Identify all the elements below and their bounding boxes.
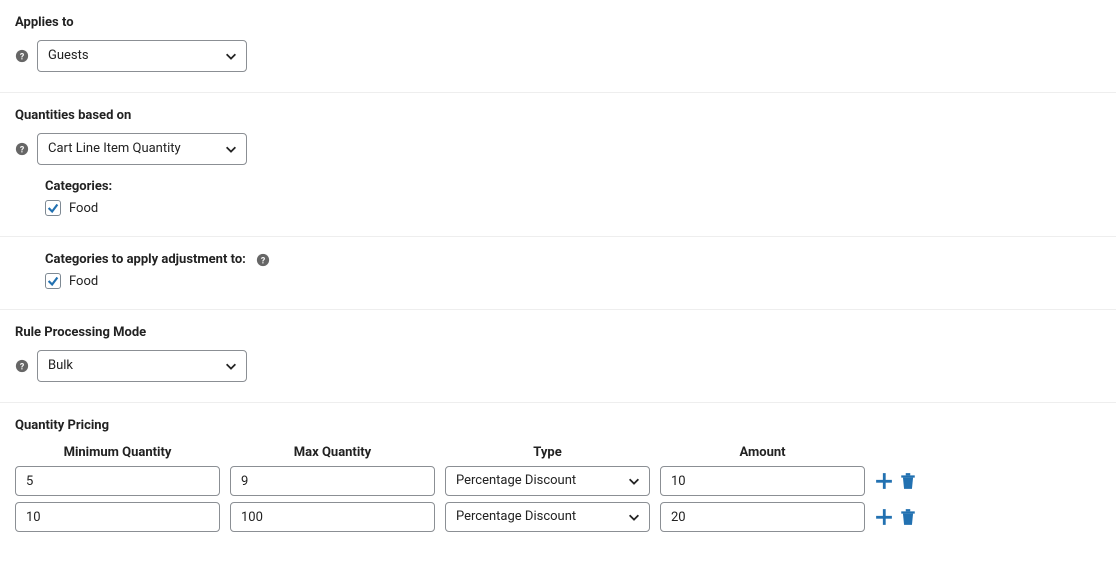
rule-processing-select[interactable]: Bulk [37, 350, 247, 382]
categories-label: Categories: [45, 179, 1101, 194]
section-applies-to: Applies to ? Guests [0, 0, 1116, 93]
food-label: Food [69, 201, 98, 216]
section-apply-adjustment: Categories to apply adjustment to: ? Foo… [0, 237, 1116, 310]
qp-header-max: Max Quantity [230, 445, 435, 460]
applies-to-select[interactable]: Guests [37, 40, 247, 72]
quantities-heading: Quantities based on [15, 108, 1101, 123]
category-item-food: Food [45, 200, 1101, 216]
svg-text:?: ? [20, 363, 25, 373]
min-quantity-input[interactable]: 5 [15, 466, 220, 496]
rule-processing-value: Bulk [38, 351, 109, 381]
apply-food-label: Food [69, 274, 98, 289]
amount-input[interactable]: 10 [660, 466, 865, 496]
type-select[interactable]: Percentage Discount [445, 502, 650, 532]
add-row-button[interactable] [875, 472, 893, 490]
max-quantity-value: 9 [241, 474, 248, 489]
quantity-pricing-heading: Quantity Pricing [15, 418, 1101, 433]
apply-adjustment-block: Categories to apply adjustment to: ? Foo… [45, 252, 1101, 289]
help-icon[interactable]: ? [15, 49, 29, 63]
type-select[interactable]: Percentage Discount [445, 466, 650, 496]
type-value: Percentage Discount [446, 467, 649, 495]
help-icon[interactable]: ? [256, 253, 270, 267]
help-icon[interactable]: ? [15, 142, 29, 156]
min-quantity-value: 10 [26, 510, 41, 525]
chevron-down-icon [224, 142, 238, 156]
quantity-pricing-headers: Minimum Quantity Max Quantity Type Amoun… [15, 445, 1101, 460]
max-quantity-input[interactable]: 100 [230, 502, 435, 532]
svg-text:?: ? [20, 146, 25, 156]
applies-to-value: Guests [38, 41, 125, 71]
min-quantity-value: 5 [26, 474, 33, 489]
qp-header-amount: Amount [660, 445, 865, 460]
section-quantities-based-on: Quantities based on ? Cart Line Item Qua… [0, 93, 1116, 237]
help-icon[interactable]: ? [15, 359, 29, 373]
amount-value: 10 [671, 474, 686, 489]
max-quantity-value: 100 [241, 510, 263, 525]
amount-input[interactable]: 20 [660, 502, 865, 532]
quantities-field-row: ? Cart Line Item Quantity [15, 133, 1101, 165]
qp-header-actions [875, 445, 925, 460]
applies-to-field-row: ? Guests [15, 40, 1101, 72]
qp-header-type: Type [445, 445, 650, 460]
rule-processing-field-row: ? Bulk [15, 350, 1101, 382]
quantities-value: Cart Line Item Quantity [38, 134, 217, 164]
chevron-down-icon [627, 474, 641, 488]
type-value: Percentage Discount [446, 503, 649, 531]
max-quantity-input[interactable]: 9 [230, 466, 435, 496]
quantity-pricing-row: 5 9 Percentage Discount 10 [15, 466, 1101, 496]
section-rule-processing: Rule Processing Mode ? Bulk [0, 310, 1116, 403]
applies-to-heading: Applies to [15, 15, 1101, 30]
quantity-pricing-row: 10 100 Percentage Discount 20 [15, 502, 1101, 532]
chevron-down-icon [627, 510, 641, 524]
apply-adjustment-heading-text: Categories to apply adjustment to: [45, 252, 246, 267]
apply-adjustment-heading: Categories to apply adjustment to: ? [45, 252, 1101, 267]
section-quantity-pricing: Quantity Pricing Minimum Quantity Max Qu… [0, 403, 1116, 558]
svg-text:?: ? [261, 256, 266, 266]
apply-category-item-food: Food [45, 273, 1101, 289]
quantities-select[interactable]: Cart Line Item Quantity [37, 133, 247, 165]
categories-block: Categories: Food [45, 179, 1101, 216]
delete-row-button[interactable] [899, 508, 917, 526]
add-row-button[interactable] [875, 508, 893, 526]
min-quantity-input[interactable]: 10 [15, 502, 220, 532]
chevron-down-icon [224, 49, 238, 63]
qp-header-min: Minimum Quantity [15, 445, 220, 460]
svg-text:?: ? [20, 53, 25, 63]
food-checkbox[interactable] [45, 200, 61, 216]
rule-processing-heading: Rule Processing Mode [15, 325, 1101, 340]
apply-food-checkbox[interactable] [45, 273, 61, 289]
chevron-down-icon [224, 359, 238, 373]
delete-row-button[interactable] [899, 472, 917, 490]
amount-value: 20 [671, 510, 686, 525]
